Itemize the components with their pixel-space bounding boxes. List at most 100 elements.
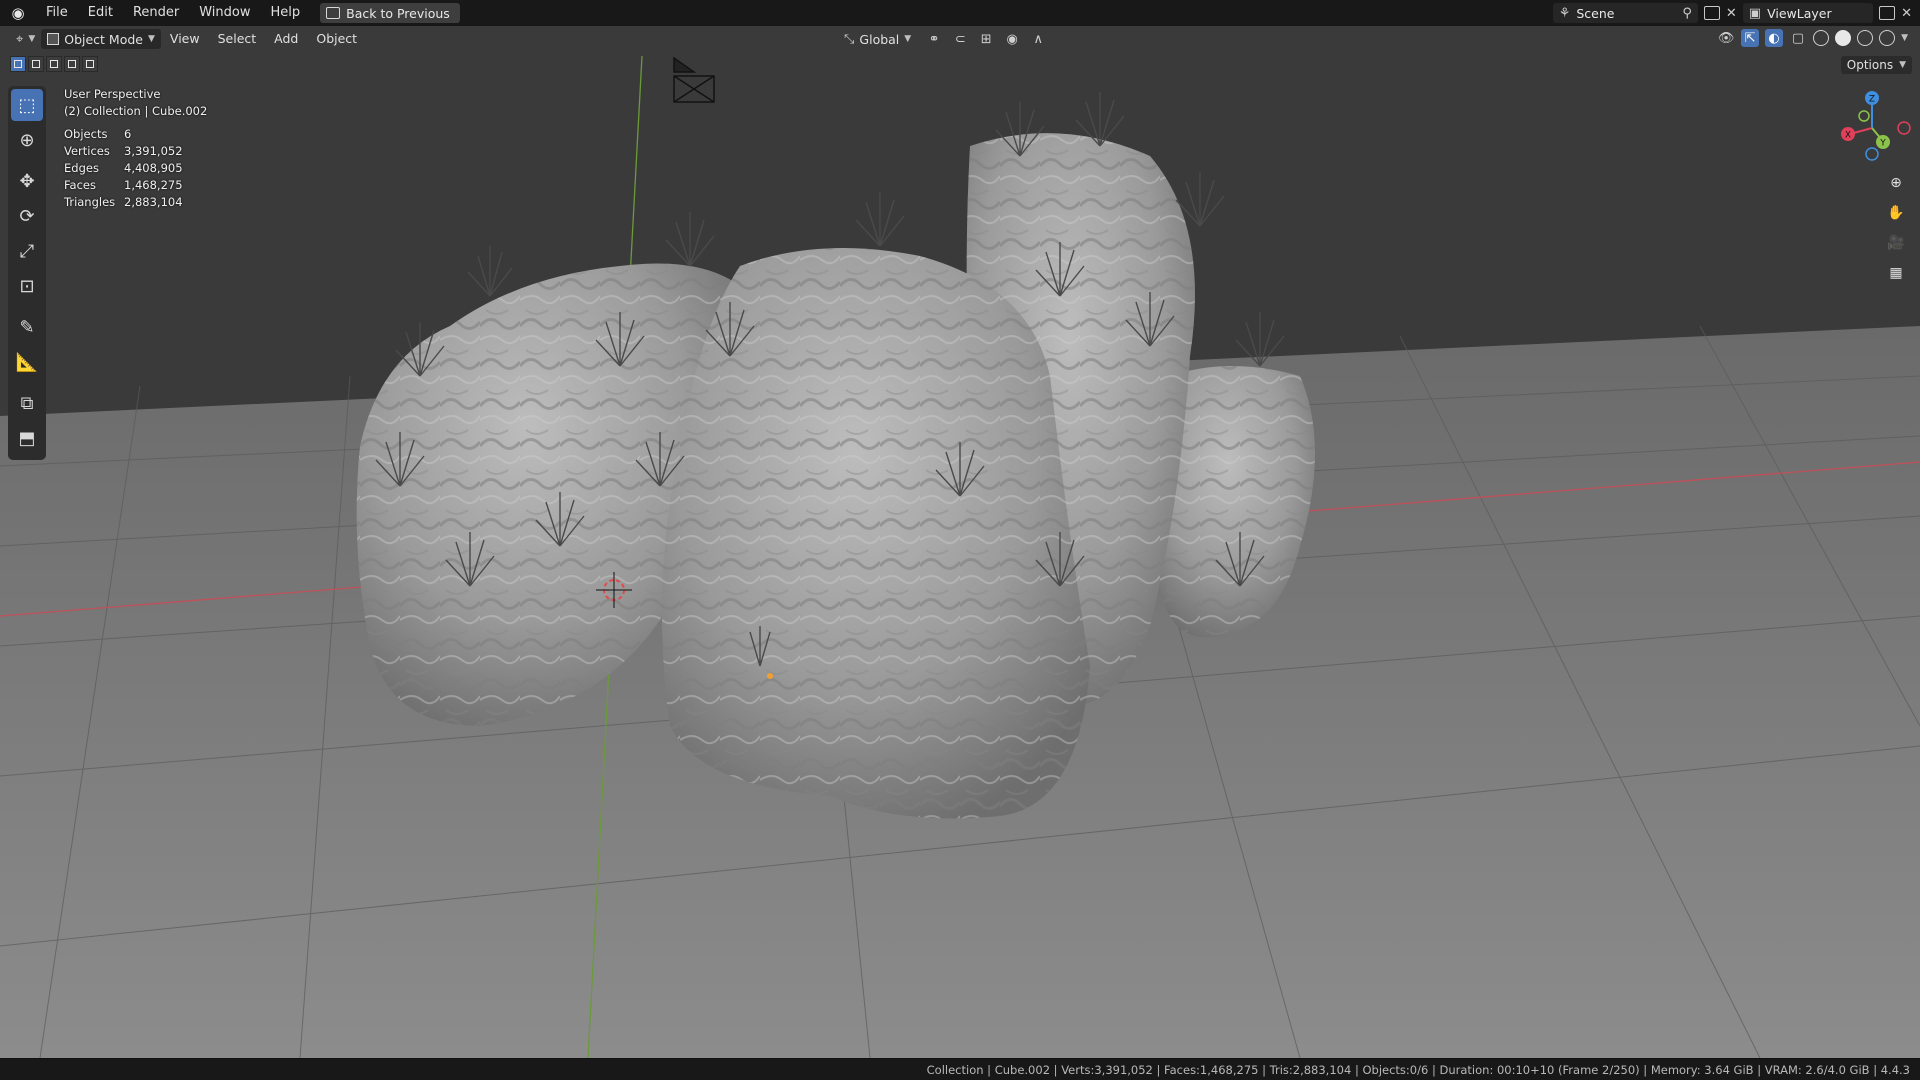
pin-icon[interactable]: ⚲ [1682,6,1692,21]
overlay-toggle-icon[interactable]: ◐ [1765,29,1784,47]
top-menubar: ◉ File Edit Render Window Help Back to P… [0,0,1920,26]
editor-type-icon: ⌖ [16,31,24,47]
cursor-icon[interactable]: ⊕ [11,124,43,156]
scene-name[interactable]: Scene [1576,6,1676,21]
back-to-previous-label: Back to Previous [346,5,450,21]
transform-icon[interactable]: ⊡ [11,270,43,302]
stat-value: 4,408,905 [124,161,183,175]
viewlayer-name[interactable]: ViewLayer [1767,6,1867,21]
viewlayer-selector[interactable]: ▣ ViewLayer [1742,3,1874,23]
orientation-dropdown[interactable]: ⤡ Global ▼ [838,29,917,49]
tool-shelf: ⬚ ⊕ ✥ ⟳ ⤢ ⊡ ✎ 📐 ⧉ ⬒ [8,86,46,460]
navigation-controls: ⊕ ✋ 🎥 ▦ [1884,172,1908,284]
snap-target-icon[interactable]: ⊞ [977,30,995,48]
orientation-icon: ⤡ [844,31,855,47]
delete-viewlayer-icon[interactable]: ✕ [1901,6,1912,21]
status-text: Collection | Cube.002 | Verts:3,391,052 … [926,1062,1910,1077]
menu-help[interactable]: Help [261,0,311,26]
zoom-icon[interactable]: ⊕ [1884,172,1908,194]
menu-file[interactable]: File [36,0,78,26]
perspective-label: User Perspective [64,87,161,101]
rotate-icon[interactable]: ⟳ [11,200,43,232]
scale-icon[interactable]: ⤢ [11,235,43,267]
stat-value: 2,883,104 [124,195,183,209]
back-to-previous-button[interactable]: Back to Previous [320,3,460,23]
gizmo-neg-y[interactable] [1858,110,1870,122]
chevron-down-icon: ▼ [904,34,912,44]
chevron-down-icon: ▼ [1899,60,1906,70]
menu-view[interactable]: View [161,26,209,52]
scene-statistics: Objects 6 Vertices 3,391,052 Edges 4,408… [64,126,207,211]
viewlayer-icon: ▣ [1748,5,1762,21]
collection-label: (2) Collection | Cube.002 [64,104,208,118]
viewport-scene[interactable] [0,26,1920,1058]
mode-label: Object Mode [64,31,143,47]
transform-tools: ⤡ Global ▼ ⚭ ⊂ ⊞ ◉ ∧ [838,29,1047,49]
select-invert-icon[interactable] [64,56,80,72]
camera-view-icon[interactable]: 🎥 [1884,232,1908,254]
gizmo-neg-x[interactable] [1897,121,1911,135]
top-right-controls: ⚘ Scene ⚲ ✕ ▣ ViewLayer ✕ [1552,0,1920,26]
add-object-icon[interactable]: ⬒ [11,422,43,454]
scene-icon: ⚘ [1558,5,1571,21]
menu-select[interactable]: Select [209,26,266,52]
pivot-point-icon[interactable]: ⚭ [925,30,943,48]
navigation-gizmo[interactable]: Z X Y [1832,82,1912,172]
screen-icon [326,7,341,19]
blender-logo-icon[interactable]: ◉ [0,0,36,26]
stat-label: Vertices [64,144,110,158]
status-bar: Collection | Cube.002 | Verts:3,391,052 … [0,1058,1920,1080]
annotate-icon[interactable]: ✎ [11,311,43,343]
select-subtract-icon[interactable] [46,56,62,72]
options-dropdown[interactable]: Options ▼ [1840,56,1912,74]
proportional-edit-icon[interactable]: ◉ [1003,30,1021,48]
menu-window[interactable]: Window [189,0,260,26]
chevron-down-icon: ▼ [148,34,155,44]
mode-dropdown[interactable]: Object Mode ▼ [41,29,161,49]
stat-label: Objects [64,127,108,141]
new-viewlayer-icon[interactable] [1879,6,1896,20]
add-cube-icon[interactable]: ⧉ [11,387,43,419]
viewport-header: ⌖ ▼ Object Mode ▼ View Select Add Object… [0,26,1920,52]
stat-value: 3,391,052 [124,144,183,158]
gizmo-toggle-icon[interactable]: ⇱ [1741,29,1760,47]
snap-icon[interactable]: ⊂ [951,30,969,48]
editor-type-button[interactable]: ⌖ ▼ [10,29,41,49]
wireframe-shading-icon[interactable] [1813,30,1830,46]
options-label: Options [1846,58,1894,72]
delete-scene-icon[interactable]: ✕ [1726,6,1737,21]
stat-label: Edges [64,161,99,175]
menu-render[interactable]: Render [123,0,189,26]
stat-label: Faces [64,178,96,192]
object-mode-icon [47,33,60,45]
rendered-shading-icon[interactable] [1879,30,1896,46]
falloff-icon[interactable]: ∧ [1029,30,1047,48]
stat-value: 6 [124,127,132,141]
chevron-down-icon: ▼ [28,34,36,44]
gizmo-neg-z[interactable] [1865,147,1879,161]
viewport-info-overlay: User Perspective (2) Collection | Cube.0… [64,86,207,211]
move-icon[interactable]: ✥ [11,165,43,197]
gizmo-z-label: Z [1869,95,1875,105]
menu-edit[interactable]: Edit [78,0,123,26]
pan-hand-icon[interactable]: ✋ [1884,202,1908,224]
material-shading-icon[interactable] [1857,30,1874,46]
measure-icon[interactable]: 📐 [11,346,43,378]
menu-object[interactable]: Object [307,26,366,52]
select-intersect-icon[interactable] [82,56,98,72]
chevron-down-icon[interactable]: ▼ [1901,33,1908,43]
solid-shading-icon[interactable] [1835,30,1852,46]
3d-viewport[interactable]: ⌖ ▼ Object Mode ▼ View Select Add Object… [0,26,1920,1058]
menu-add[interactable]: Add [265,26,307,52]
object-origin [767,673,773,679]
scene-selector[interactable]: ⚘ Scene ⚲ [1552,3,1698,23]
selection-mode-buttons [10,56,98,72]
select-new-icon[interactable] [10,56,26,72]
new-scene-icon[interactable] [1703,6,1720,20]
viewport-shading-controls: 👁 ⇱ ◐ ▢ ▼ [1717,29,1908,47]
select-extend-icon[interactable] [28,56,44,72]
xray-toggle-icon[interactable]: ▢ [1789,29,1807,47]
perspective-toggle-icon[interactable]: ▦ [1884,262,1908,284]
visibility-icon[interactable]: 👁 [1717,29,1735,47]
select-box-icon[interactable]: ⬚ [11,89,43,121]
